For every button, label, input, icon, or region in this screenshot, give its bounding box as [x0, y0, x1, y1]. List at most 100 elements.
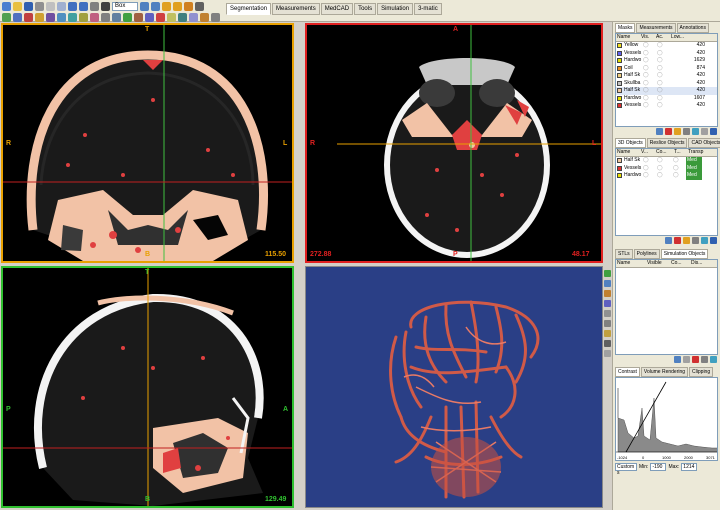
mask-icon[interactable] — [24, 12, 33, 22]
delete-object-icon[interactable] — [674, 237, 681, 244]
tab-3matic[interactable]: 3-matic — [414, 3, 442, 15]
column-name[interactable]: Name — [616, 34, 640, 41]
active-icon[interactable]: ◯ — [656, 80, 670, 88]
active-icon[interactable]: ◯ — [656, 65, 670, 73]
column-transparency[interactable]: Transp — [687, 149, 709, 156]
mask-color-swatch[interactable] — [617, 58, 622, 64]
dynamic-region-icon[interactable] — [35, 12, 44, 22]
morphology-icon[interactable] — [68, 12, 77, 22]
column-color[interactable]: Co... — [670, 260, 690, 267]
object-row[interactable]: Half Sk ◯ ◯ ◯ Med — [616, 157, 717, 165]
tab-annotations[interactable]: Annotations — [676, 23, 709, 33]
active-icon[interactable]: ◯ — [656, 102, 670, 110]
smooth-icon[interactable] — [145, 12, 154, 22]
column-visible[interactable]: Visible — [646, 260, 670, 267]
coronal-viewport[interactable]: T B R L 115.50 — [1, 23, 294, 263]
simulation-properties-icon[interactable] — [701, 356, 708, 363]
print-icon[interactable] — [35, 1, 44, 11]
column-display[interactable]: Dis... — [690, 260, 710, 267]
mask-row[interactable]: Hardwo ◯ ◯ 1607 — [616, 95, 717, 103]
view-left-icon[interactable] — [604, 290, 611, 297]
tab-cad-objects[interactable]: CAD Objects — [688, 138, 720, 148]
tab-volume-rendering[interactable]: Volume Rendering — [640, 367, 689, 377]
mask-row[interactable]: Vessels ◯ ◯ 420 — [616, 50, 717, 58]
column-type[interactable]: T... — [673, 149, 687, 156]
view-right-icon[interactable] — [604, 300, 611, 307]
export-mask-icon[interactable] — [710, 128, 717, 135]
object-properties-icon[interactable] — [692, 237, 699, 244]
column-active[interactable]: Ac. — [655, 34, 670, 41]
view-top-icon[interactable] — [604, 310, 611, 317]
measure-icon[interactable] — [162, 1, 171, 11]
duplicate-object-icon[interactable] — [683, 237, 690, 244]
simulation-visible-icon[interactable] — [710, 356, 717, 363]
object-visible-icon[interactable] — [701, 237, 708, 244]
object-row[interactable]: Hardwo ◯ ◯ ◯ Med — [616, 172, 717, 180]
export-object-icon[interactable] — [710, 237, 717, 244]
tab-masks[interactable]: Masks — [615, 23, 636, 33]
active-icon[interactable]: ◯ — [656, 57, 670, 65]
zoom-combo[interactable]: Box — [112, 1, 138, 11]
visible-eye-icon[interactable]: ◯ — [642, 165, 656, 173]
mask-row[interactable]: Vessels ◯ ◯ 420 — [616, 102, 717, 110]
mask-row[interactable]: Half Sk ◯ ◯ 420 — [616, 87, 717, 95]
boolean-icon[interactable] — [57, 12, 66, 22]
tab-segmentation[interactable]: Segmentation — [226, 3, 272, 15]
edit-simulation-icon[interactable] — [683, 356, 690, 363]
min-input[interactable]: -190 — [650, 463, 667, 471]
visible-eye-icon[interactable]: ◯ — [642, 172, 656, 180]
rotate-icon[interactable] — [90, 1, 99, 11]
settings-icon[interactable] — [211, 12, 220, 22]
mask-color-swatch[interactable] — [617, 43, 622, 49]
tab-measurements[interactable]: Measurements — [272, 3, 320, 15]
column-name[interactable]: Name — [616, 260, 646, 267]
mask-row[interactable]: Coil ◯ ◯ 874 — [616, 65, 717, 73]
visible-eye-icon[interactable]: ◯ — [642, 95, 656, 103]
object-row[interactable]: Vessels ◯ ◯ ◯ Med — [616, 164, 717, 173]
reset-view-icon[interactable] — [604, 340, 611, 347]
mask-row[interactable]: Hardwo ◯ ◯ 1629 — [616, 57, 717, 65]
tab-3d-objects[interactable]: 3D Objects — [615, 138, 646, 148]
active-icon[interactable]: ◯ — [656, 42, 670, 50]
contour-icon[interactable]: ◯ — [656, 157, 672, 165]
mask-color-swatch[interactable] — [617, 103, 622, 109]
mask-color-swatch[interactable] — [617, 80, 622, 86]
layout-grid-icon[interactable] — [13, 12, 22, 22]
mask-color-swatch[interactable] — [617, 50, 622, 56]
visible-eye-icon[interactable]: ◯ — [642, 65, 656, 73]
mask-color-swatch[interactable] — [617, 65, 622, 71]
mask-color-swatch[interactable] — [617, 73, 622, 79]
visible-icon[interactable] — [692, 128, 699, 135]
crosshair-icon[interactable] — [200, 12, 209, 22]
tab-tools[interactable]: Tools — [354, 3, 377, 15]
mask-row[interactable]: Yellow ◯ ◯ 420 — [616, 42, 717, 50]
tab-reslice-objects[interactable]: Reslice Objects — [646, 138, 688, 148]
active-icon[interactable]: ◯ — [656, 95, 670, 103]
visible-eye-icon[interactable]: ◯ — [642, 80, 656, 88]
active-icon[interactable]: ◯ — [656, 72, 670, 80]
copy-icon[interactable] — [46, 1, 55, 11]
tab-contrast[interactable]: Contrast — [615, 367, 640, 377]
column-visible[interactable]: Vis. — [640, 34, 655, 41]
smart-fill-icon[interactable] — [90, 12, 99, 22]
object-color-swatch[interactable] — [617, 165, 622, 171]
axial-viewport[interactable]: A P R L 272.88 48.17 — [305, 23, 603, 263]
active-icon[interactable]: ◯ — [656, 50, 670, 58]
add-simulation-icon[interactable] — [674, 356, 681, 363]
column-name[interactable]: Name — [616, 149, 640, 156]
new-project-icon[interactable] — [2, 1, 11, 11]
view-front-icon[interactable] — [604, 270, 611, 277]
tab-medcad[interactable]: MedCAD — [320, 3, 354, 15]
tab-polylines[interactable]: Polylines — [633, 249, 660, 259]
mask-row[interactable]: Skullba ◯ ◯ 420 — [616, 80, 717, 88]
max-input[interactable]: 1214 — [681, 463, 698, 471]
paste-icon[interactable] — [57, 1, 66, 11]
duplicate-mask-icon[interactable] — [674, 128, 681, 135]
visible-eye-icon[interactable]: ◯ — [642, 50, 656, 58]
toggle-axes-icon[interactable] — [604, 330, 611, 337]
tab-stls[interactable]: STLs — [615, 249, 633, 259]
crop-icon[interactable] — [101, 12, 110, 22]
delete-simulation-icon[interactable] — [692, 356, 699, 363]
transparency-value[interactable]: Med — [686, 164, 702, 172]
fill-cavity-icon[interactable] — [79, 12, 88, 22]
